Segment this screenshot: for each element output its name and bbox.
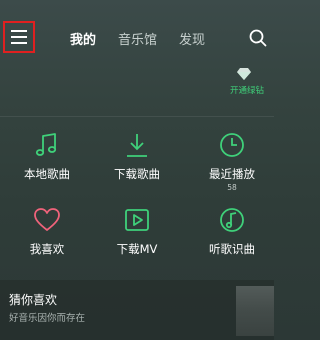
favorites-tile[interactable]: 我喜欢 bbox=[2, 205, 92, 275]
tile-label: 下载MV bbox=[116, 242, 158, 256]
recommend-subtitle: 好音乐因你而存在 bbox=[9, 313, 86, 324]
recommend-thumbnail[interactable] bbox=[236, 286, 274, 336]
tab-music-hall[interactable]: 音乐馆 bbox=[118, 29, 157, 48]
recommend-section[interactable]: 猜你喜欢 好音乐因你而存在 bbox=[0, 280, 274, 340]
music-note-icon bbox=[35, 133, 57, 156]
recommend-title: 猜你喜欢 bbox=[9, 293, 58, 307]
tile-label: 最近播放 bbox=[209, 167, 255, 181]
downloaded-songs-tile[interactable]: 下载歌曲 bbox=[92, 130, 182, 200]
menu-button[interactable] bbox=[3, 21, 35, 53]
play-icon bbox=[125, 209, 149, 231]
heart-icon bbox=[34, 208, 60, 231]
tab-discover[interactable]: 发现 bbox=[179, 29, 205, 48]
search-button[interactable] bbox=[248, 28, 268, 48]
diamond-icon bbox=[237, 68, 251, 80]
tile-label: 下载歌曲 bbox=[114, 167, 160, 181]
search-icon bbox=[249, 29, 267, 47]
tile-label: 听歌识曲 bbox=[209, 242, 255, 256]
clock-icon bbox=[220, 133, 244, 157]
music-app-my-page: 我的 音乐馆 发现 开通绿钻 本地歌曲 下载歌曲 最近播放 58 我喜欢 下载M… bbox=[0, 0, 274, 340]
local-songs-tile[interactable]: 本地歌曲 bbox=[2, 130, 92, 200]
tile-label: 本地歌曲 bbox=[24, 167, 70, 181]
divider bbox=[0, 116, 274, 117]
tab-mine[interactable]: 我的 bbox=[70, 29, 96, 48]
hamburger-icon bbox=[11, 30, 27, 44]
vip-button[interactable]: 开通绿钻 bbox=[220, 66, 270, 98]
music-recognition-tile[interactable]: 听歌识曲 bbox=[187, 205, 277, 275]
music-recognition-icon bbox=[220, 208, 244, 232]
top-bar: 我的 音乐馆 发现 bbox=[0, 0, 274, 70]
tile-label: 我喜欢 bbox=[29, 242, 65, 256]
recent-play-count: 58 bbox=[227, 183, 237, 192]
download-icon bbox=[127, 134, 147, 157]
recent-play-tile[interactable]: 最近播放 58 bbox=[187, 130, 277, 200]
download-mv-tile[interactable]: 下载MV bbox=[92, 205, 182, 275]
vip-label: 开通绿钻 bbox=[229, 86, 264, 96]
